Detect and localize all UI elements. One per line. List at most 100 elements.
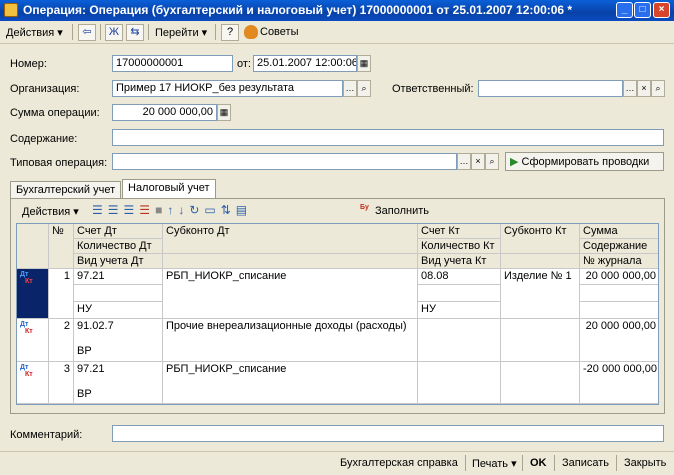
entries-table[interactable]: № Счет Дт Количество Дт Вид учета Дт Суб…: [16, 223, 659, 405]
row-marker-header: [17, 224, 49, 269]
col-header-content[interactable]: Содержание: [580, 239, 658, 254]
typical-operation-field[interactable]: [112, 153, 457, 170]
refresh-icon[interactable]: ⇆: [126, 24, 144, 41]
tips-icon[interactable]: [244, 25, 258, 39]
cell-qty-kt[interactable]: [418, 285, 501, 302]
clear-icon[interactable]: ×: [637, 80, 651, 97]
help-icon[interactable]: ?: [221, 24, 239, 41]
add-row-icon[interactable]: ☰: [92, 203, 108, 217]
cell-dt[interactable]: 91.02.7 ВР: [74, 319, 163, 362]
app-icon: [4, 3, 18, 17]
cell-kt[interactable]: 08.08: [418, 269, 501, 285]
columns-icon[interactable]: ▤: [236, 203, 252, 217]
cell-sub-dt[interactable]: Прочие внереализационные доходы (расходы…: [163, 319, 418, 362]
close-window-button[interactable]: ×: [653, 2, 670, 18]
sum-field[interactable]: 20 000 000,00: [112, 104, 217, 121]
cell-dt[interactable]: 97.21 ВР: [74, 362, 163, 404]
organization-field[interactable]: Пример 17 НИОКР_без результата: [112, 80, 343, 97]
fill-down-icon[interactable]: ▭: [204, 203, 220, 217]
cell-kt[interactable]: [418, 319, 501, 362]
table-row-marker[interactable]: Дт Кт: [17, 269, 49, 319]
minimize-button[interactable]: _: [616, 2, 633, 18]
col-header-qty-kt[interactable]: Количество Кт: [418, 239, 501, 254]
fill-button[interactable]: Заполнить: [375, 205, 429, 217]
col-header-kind-dt[interactable]: Вид учета Дт: [74, 254, 163, 269]
kt-mark: Кт: [25, 371, 33, 378]
accounting-report-button[interactable]: Бухгалтерская справка: [340, 457, 458, 469]
cell-sum[interactable]: -20 000 000,00: [580, 362, 658, 404]
back-arrow-icon[interactable]: ⇦: [78, 24, 96, 41]
cell-qty-dt[interactable]: [74, 285, 163, 302]
col-header-sum[interactable]: Сумма: [580, 224, 658, 239]
comment-label: Комментарий:: [10, 429, 83, 441]
responsible-field[interactable]: [478, 80, 623, 97]
col-header-journal[interactable]: № журнала: [580, 254, 658, 269]
delete-row-icon[interactable]: ☰: [139, 203, 155, 217]
open-search-icon[interactable]: ⌕: [357, 80, 371, 97]
responsible-label: Ответственный:: [392, 83, 474, 95]
col-header-number[interactable]: №: [49, 224, 74, 269]
cell-content[interactable]: [580, 285, 658, 302]
tab-accounting[interactable]: Бухгалтерский учет: [10, 181, 122, 199]
cell-sum[interactable]: 20 000 000,00: [580, 269, 658, 285]
refresh-table-icon[interactable]: ↻: [189, 203, 204, 217]
table-row-marker[interactable]: Дт Кт: [17, 319, 49, 362]
cell-number[interactable]: 2: [49, 319, 74, 362]
col-header-sub-dt[interactable]: Субконто Дт: [163, 224, 418, 254]
toolbar-separator: [554, 455, 555, 471]
cell-sub-kt[interactable]: [501, 362, 580, 404]
col-header-kind-kt[interactable]: Вид учета Кт: [418, 254, 501, 269]
move-down-icon[interactable]: ↓: [178, 203, 189, 217]
actions-menu[interactable]: Действия ▾: [6, 26, 63, 39]
select-dots-icon[interactable]: …: [623, 80, 637, 97]
tips-button[interactable]: Советы: [260, 26, 298, 38]
cell-number[interactable]: 1: [49, 269, 74, 319]
toolbar-separator: [522, 455, 523, 471]
tab-tax[interactable]: Налоговый учет: [122, 179, 216, 199]
col-header-kt[interactable]: Счет Кт: [418, 224, 501, 239]
comment-field[interactable]: [112, 425, 664, 442]
journal-icon[interactable]: Ж: [105, 24, 123, 41]
table-row-marker[interactable]: Дт Кт: [17, 362, 49, 404]
cell-kind-dt[interactable]: НУ: [74, 302, 163, 319]
cell-sub-dt[interactable]: РБП_НИОКР_списание: [163, 362, 418, 404]
select-dots-icon[interactable]: …: [343, 80, 357, 97]
generate-entries-button[interactable]: ▶ Сформировать проводки: [505, 152, 664, 171]
number-label: Номер:: [10, 58, 47, 70]
goto-menu[interactable]: Перейти ▾: [155, 26, 207, 39]
maximize-button[interactable]: □: [634, 2, 651, 18]
cell-journal[interactable]: [580, 302, 658, 319]
move-up-icon[interactable]: ↑: [167, 203, 178, 217]
cell-sub-kt[interactable]: Изделие № 1: [501, 269, 580, 319]
cell-sub-kt[interactable]: [501, 319, 580, 362]
select-dots-icon[interactable]: …: [457, 153, 471, 170]
close-button[interactable]: Закрыть: [624, 457, 666, 469]
number-field[interactable]: 17000000001: [112, 55, 233, 72]
edit-row-icon[interactable]: ☰: [124, 203, 140, 217]
open-search-icon[interactable]: ⌕: [485, 153, 499, 170]
cell-sub-dt[interactable]: РБП_НИОКР_списание: [163, 269, 418, 319]
cell-dt[interactable]: 97.21: [74, 269, 163, 285]
calendar-icon[interactable]: ▦: [357, 55, 371, 72]
copy-row-icon[interactable]: ☰: [108, 203, 124, 217]
cell-sum[interactable]: 20 000 000,00: [580, 319, 658, 362]
cell-kind-kt[interactable]: НУ: [418, 302, 501, 319]
main-toolbar: Действия ▾ ⇦ Ж ⇆ Перейти ▾ ? Советы: [0, 21, 674, 44]
content-field[interactable]: [112, 129, 664, 146]
calculator-icon[interactable]: ▦: [217, 104, 231, 121]
col-header-qty-dt[interactable]: Количество Дт: [74, 239, 163, 254]
cell-kt[interactable]: [418, 362, 501, 404]
sort-icon[interactable]: ⇅: [221, 203, 236, 217]
cell-number[interactable]: 3: [49, 362, 74, 404]
ok-button[interactable]: OK: [530, 457, 547, 469]
col-header-sub-kt[interactable]: Субконто Кт: [501, 224, 580, 254]
col-header-dt[interactable]: Счет Дт: [74, 224, 163, 239]
clear-icon[interactable]: ×: [471, 153, 485, 170]
print-button[interactable]: Печать ▾: [472, 457, 517, 470]
table-actions-menu[interactable]: Действия ▾: [22, 205, 79, 218]
open-search-icon[interactable]: ⌕: [651, 80, 665, 97]
cell-kind-dt: ВР: [77, 388, 92, 400]
date-field[interactable]: 25.01.2007 12:00:06: [253, 55, 357, 72]
save-button[interactable]: Записать: [562, 457, 609, 469]
end-edit-icon[interactable]: ■: [155, 203, 167, 217]
